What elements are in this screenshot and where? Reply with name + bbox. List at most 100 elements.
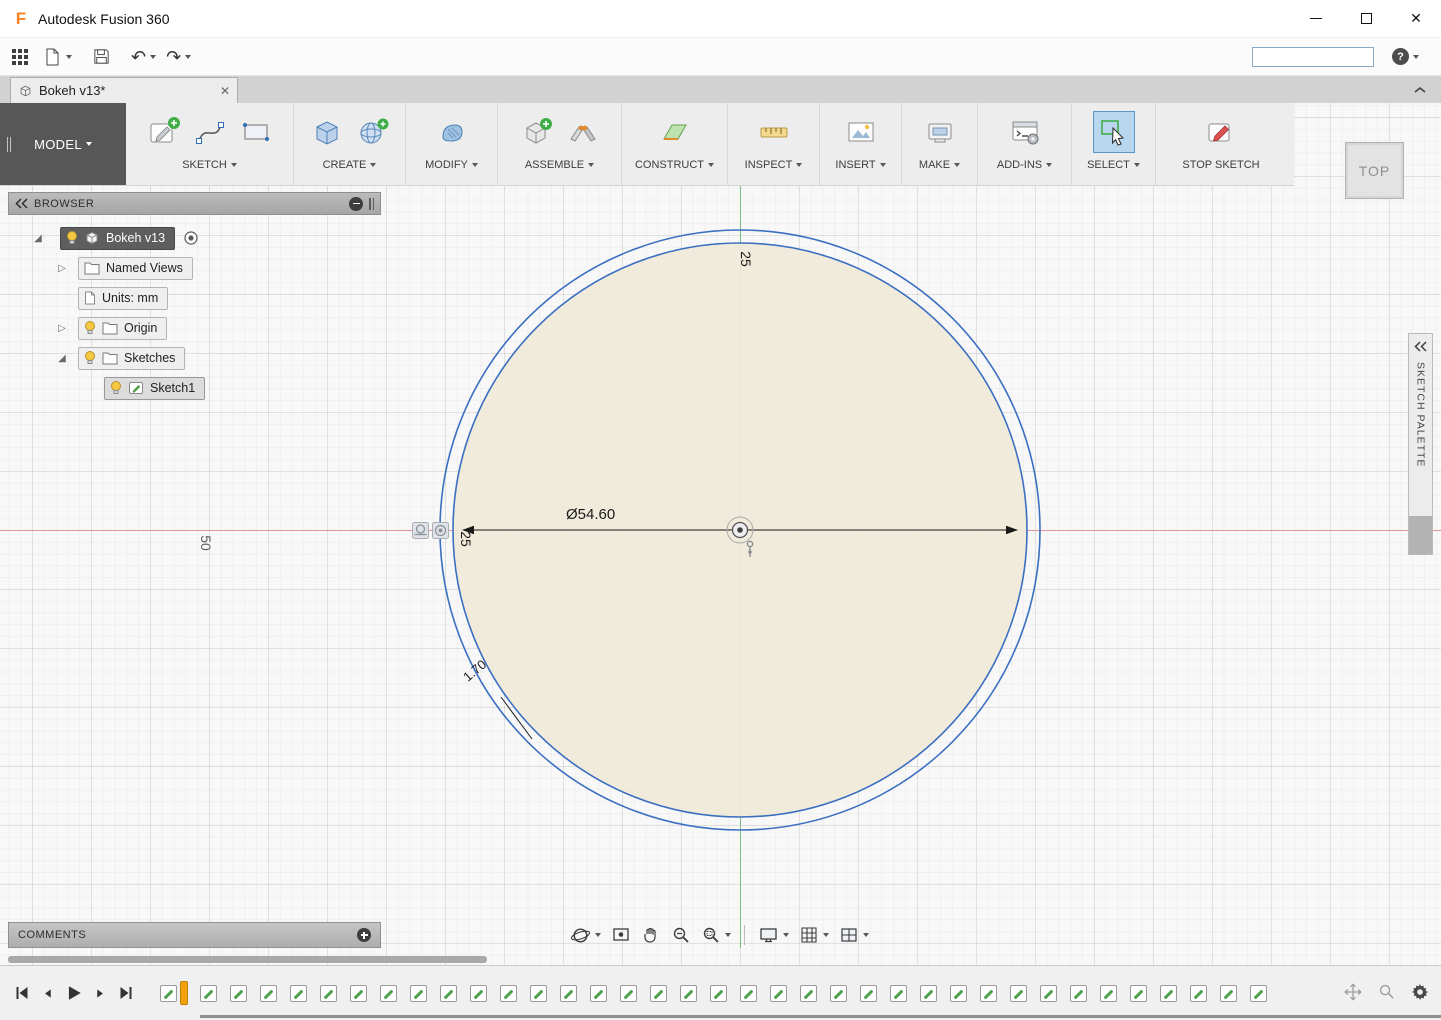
- sketch-feature-icon[interactable]: [1160, 985, 1177, 1002]
- sketch-palette-tab[interactable]: SKETCH PALETTE: [1408, 333, 1433, 555]
- fit-button[interactable]: [699, 923, 733, 947]
- sketch-feature-icon[interactable]: [350, 985, 367, 1002]
- sketch-feature-icon[interactable]: [710, 985, 727, 1002]
- workspace-selector[interactable]: MODEL: [0, 103, 126, 185]
- tree-row-origin[interactable]: ▷ Origin: [8, 313, 381, 343]
- construct-menu[interactable]: CONSTRUCT: [635, 159, 714, 171]
- minimize-button[interactable]: [1291, 0, 1341, 37]
- sketch-feature-icon[interactable]: [410, 985, 427, 1002]
- sketch-feature-icon[interactable]: [1220, 985, 1237, 1002]
- sketch-feature-icon[interactable]: [950, 985, 967, 1002]
- make-3d-print-icon[interactable]: [923, 115, 957, 149]
- tree-row-sketches[interactable]: ◢ Sketches: [8, 343, 381, 373]
- visibility-bulb-icon[interactable]: [66, 230, 78, 246]
- sketch-feature-icon[interactable]: [680, 985, 697, 1002]
- concentric-constraint-icon[interactable]: [432, 522, 449, 539]
- joint-icon[interactable]: [566, 115, 600, 149]
- assemble-menu[interactable]: ASSEMBLE: [525, 159, 594, 171]
- sketch-feature-icon[interactable]: [620, 985, 637, 1002]
- insert-menu[interactable]: INSERT: [835, 159, 885, 171]
- tree-row-named-views[interactable]: ▷ Named Views: [8, 253, 381, 283]
- sketch-feature-icon[interactable]: [1010, 985, 1027, 1002]
- tree-row-sketch1[interactable]: Sketch1: [8, 373, 381, 403]
- tree-item-named-views[interactable]: Named Views: [78, 257, 193, 280]
- redo-button[interactable]: ↷: [166, 48, 191, 66]
- tree-item-origin[interactable]: Origin: [78, 317, 167, 340]
- sketch-feature-icon[interactable]: [500, 985, 517, 1002]
- file-menu-button[interactable]: [42, 47, 72, 67]
- timeline-position-marker[interactable]: [160, 981, 188, 1005]
- tangent-constraint-icon[interactable]: [412, 522, 429, 539]
- layout-grid-button[interactable]: [797, 923, 831, 947]
- rectangle-tool-icon[interactable]: [239, 115, 273, 149]
- sketch-feature-icon[interactable]: [740, 985, 757, 1002]
- measure-icon[interactable]: [757, 115, 791, 149]
- search-input[interactable]: [1252, 47, 1374, 67]
- dimension-label-top[interactable]: 25: [738, 251, 754, 267]
- expander-open-icon[interactable]: ◢: [30, 233, 46, 244]
- close-button[interactable]: ✕: [1391, 0, 1441, 37]
- collapse-panel-icon[interactable]: [15, 198, 28, 209]
- sketch-feature-icon[interactable]: [470, 985, 487, 1002]
- sketch-feature-icon[interactable]: [200, 985, 217, 1002]
- timeline-pan-button[interactable]: [1344, 983, 1362, 1004]
- make-menu[interactable]: MAKE: [919, 159, 960, 171]
- sketch-feature-icon[interactable]: [1070, 985, 1087, 1002]
- palette-scroll-thumb[interactable]: [1409, 516, 1432, 554]
- expander-closed-icon[interactable]: ▷: [54, 263, 70, 274]
- spline-tool-icon[interactable]: [193, 115, 227, 149]
- sketch-feature-icon[interactable]: [380, 985, 397, 1002]
- sketch-feature-icon[interactable]: [590, 985, 607, 1002]
- document-tab[interactable]: Bokeh v13* ✕: [10, 77, 238, 103]
- sketch-feature-icon[interactable]: [260, 985, 277, 1002]
- sketch-feature-icon[interactable]: [920, 985, 937, 1002]
- comments-panel[interactable]: COMMENTS: [8, 922, 381, 948]
- sketch-feature-icon[interactable]: [980, 985, 997, 1002]
- visibility-bulb-icon[interactable]: [84, 350, 96, 366]
- attached-canvas-icon[interactable]: [844, 115, 878, 149]
- collapse-tabs-button[interactable]: [1413, 76, 1427, 103]
- timeline-scrollbar[interactable]: [200, 1015, 1441, 1018]
- stop-sketch-icon[interactable]: [1204, 115, 1238, 149]
- sketch-feature-icon[interactable]: [1130, 985, 1147, 1002]
- orbit-button[interactable]: [568, 923, 603, 948]
- select-tool-active[interactable]: [1093, 111, 1135, 153]
- display-settings-button[interactable]: [756, 923, 791, 947]
- view-cube[interactable]: TOP: [1345, 142, 1404, 199]
- dimension-label-left[interactable]: 25: [458, 531, 474, 547]
- help-button[interactable]: ?: [1392, 48, 1419, 65]
- sketch-feature-icon[interactable]: [530, 985, 547, 1002]
- sketch-feature-icon[interactable]: [860, 985, 877, 1002]
- sketch-feature-icon[interactable]: [650, 985, 667, 1002]
- stop-sketch-button[interactable]: STOP SKETCH: [1182, 159, 1259, 171]
- tree-item-sketch1[interactable]: Sketch1: [104, 377, 205, 400]
- timeline-settings-button[interactable]: [1411, 983, 1429, 1004]
- sketch-feature-icon[interactable]: [440, 985, 457, 1002]
- timeline-zoom-button[interactable]: [1378, 983, 1395, 1003]
- sketch-feature-icon[interactable]: [320, 985, 337, 1002]
- create-menu[interactable]: CREATE: [323, 159, 377, 171]
- tab-close-icon[interactable]: ✕: [220, 84, 230, 98]
- inspect-menu[interactable]: INSPECT: [745, 159, 803, 171]
- browser-header[interactable]: BROWSER: [8, 192, 381, 215]
- step-forward-button[interactable]: [94, 987, 107, 1000]
- box-primitive-icon[interactable]: [310, 115, 344, 149]
- visibility-bulb-icon[interactable]: [110, 380, 122, 396]
- sketch-menu[interactable]: SKETCH: [182, 159, 237, 171]
- modify-menu[interactable]: MODIFY: [425, 159, 478, 171]
- tree-row-root[interactable]: ◢ Bokeh v13: [8, 223, 381, 253]
- addins-menu[interactable]: ADD-INS: [997, 159, 1052, 171]
- expander-closed-icon[interactable]: ▷: [54, 323, 70, 334]
- play-button[interactable]: [65, 984, 83, 1002]
- activate-component-radio[interactable]: [183, 230, 199, 246]
- timeline-marker-handle[interactable]: [180, 981, 188, 1005]
- expander-open-icon[interactable]: ◢: [54, 353, 70, 364]
- sketch-feature-icon[interactable]: [560, 985, 577, 1002]
- look-at-button[interactable]: [609, 923, 633, 947]
- horizontal-scrollbar[interactable]: [8, 956, 487, 963]
- zoom-button[interactable]: [669, 923, 693, 947]
- sketch-feature-icon[interactable]: [830, 985, 847, 1002]
- tree-item-root[interactable]: Bokeh v13: [60, 227, 175, 250]
- scripts-addins-icon[interactable]: [1008, 115, 1042, 149]
- go-to-end-button[interactable]: [118, 985, 134, 1001]
